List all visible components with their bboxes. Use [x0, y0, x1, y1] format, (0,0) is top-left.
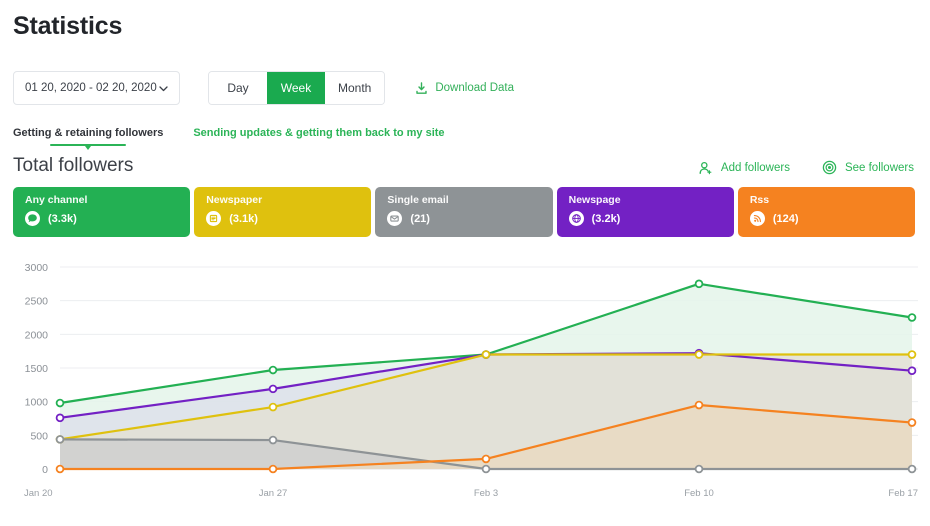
card-count: (124) [772, 212, 799, 225]
x-axis-tick-label: Jan 20 [24, 488, 53, 499]
newspaper-icon [206, 211, 222, 226]
data-point[interactable] [907, 464, 917, 474]
y-axis-tick-label: 3000 [25, 262, 49, 274]
followers-area-chart: 0 500 1000 1500 2000 2500 3000 Jan 20 Jan 27 Feb … [0, 248, 930, 526]
see-followers-button[interactable]: See followers [822, 160, 914, 175]
data-point[interactable] [907, 418, 917, 427]
card-any-channel[interactable]: Any channel (3.3k) [13, 187, 191, 237]
card-count: (3.1k) [229, 212, 258, 225]
x-axis-tick-label: Feb 3 [474, 488, 498, 499]
data-point[interactable] [694, 350, 704, 359]
y-axis-tick-label: 1000 [25, 397, 49, 409]
data-point[interactable] [694, 400, 704, 410]
date-range-value: 01 20, 2020 - 02 20, 2020 [25, 82, 157, 94]
card-bottom: (3.1k) [206, 211, 360, 226]
period-day-button[interactable]: Day [209, 72, 267, 104]
section-title: Total followers [13, 155, 134, 176]
data-point[interactable] [694, 279, 704, 289]
card-label: Newspaper [206, 194, 263, 206]
x-axis-tick-label: Feb 10 [684, 488, 714, 499]
data-point[interactable] [268, 365, 278, 375]
data-point[interactable] [55, 413, 65, 423]
chart-canvas: 0 500 1000 1500 2000 2500 3000 Jan 20 Jan 27 Feb … [24, 262, 918, 499]
card-single-email[interactable]: Single email (21) [375, 187, 553, 237]
data-point[interactable] [268, 402, 278, 412]
card-newspaper[interactable]: Newspaper (3.1k) [194, 187, 372, 237]
download-icon [415, 81, 428, 95]
data-point[interactable] [907, 350, 917, 359]
y-axis-tick-label: 2500 [25, 296, 49, 308]
x-axis-tick-label: Feb 17 [888, 488, 918, 499]
card-rss[interactable]: Rss (124) [737, 187, 916, 237]
y-axis-tick-label: 1500 [25, 363, 49, 375]
channel-cards: Any channel (3.3k) Newspaper (3.1k) Sing… [13, 187, 916, 237]
tab-label: Sending updates & getting them back to m… [193, 127, 445, 139]
y-axis-tick-label: 500 [30, 430, 48, 442]
y-axis-tick-label: 2000 [25, 329, 49, 341]
tab-bar: Getting & retaining followers Sending up… [13, 127, 445, 150]
see-followers-label: See followers [844, 161, 914, 174]
card-bottom: (3.2k) [568, 211, 723, 226]
download-data-label: Download Data [435, 82, 514, 94]
chevron-down-icon [158, 83, 169, 94]
section-actions: Add followers See followers [699, 160, 914, 175]
data-point[interactable] [268, 464, 278, 474]
period-month-button[interactable]: Month [325, 72, 385, 104]
eye-icon [822, 160, 837, 175]
card-bottom: (3.3k) [25, 211, 179, 226]
data-point[interactable] [481, 464, 491, 474]
data-point[interactable] [55, 435, 65, 444]
tab-label: Getting & retaining followers [13, 127, 164, 139]
card-count: (3.3k) [48, 212, 77, 225]
add-followers-label: Add followers [720, 161, 790, 174]
rss-icon [749, 211, 765, 226]
download-data-button[interactable]: Download Data [415, 81, 514, 95]
card-label: Newspage [568, 194, 621, 206]
card-label: Any channel [25, 194, 88, 206]
card-newspage[interactable]: Newspage (3.2k) [556, 187, 734, 237]
add-followers-button[interactable]: Add followers [699, 161, 790, 175]
card-bottom: (21) [387, 211, 541, 226]
period-week-button[interactable]: Week [267, 72, 325, 104]
globe-icon [568, 211, 584, 226]
data-point[interactable] [907, 313, 917, 322]
data-point[interactable] [55, 398, 65, 408]
x-axis-tick-label: Jan 27 [259, 488, 288, 499]
card-label: Single email [387, 194, 449, 206]
envelope-icon [387, 211, 403, 226]
card-count: (3.2k) [591, 212, 621, 225]
data-point[interactable] [907, 366, 917, 375]
card-label: Rss [749, 194, 770, 206]
tab-sending-updates[interactable]: Sending updates & getting them back to m… [193, 127, 444, 146]
y-axis-tick-label: 0 [42, 464, 48, 476]
statistics-page: Statistics 01 20, 2020 - 02 20, 2020 Day… [0, 0, 930, 526]
tab-active-caret [85, 146, 92, 150]
data-point[interactable] [481, 350, 491, 359]
date-range-select[interactable]: 01 20, 2020 - 02 20, 2020 [13, 71, 180, 105]
data-point[interactable] [694, 464, 704, 474]
toolbar: 01 20, 2020 - 02 20, 2020 Day Week Month… [13, 71, 514, 105]
data-point[interactable] [268, 384, 278, 394]
chat-bubble-icon [25, 211, 40, 226]
tab-getting-retaining-followers[interactable]: Getting & retaining followers [13, 127, 164, 150]
period-toggle-group: Day Week Month [208, 71, 386, 105]
add-user-icon [699, 161, 713, 175]
data-point[interactable] [55, 464, 65, 474]
card-bottom: (124) [749, 211, 904, 226]
card-count: (21) [410, 212, 430, 225]
data-point[interactable] [481, 454, 491, 464]
page-title: Statistics [13, 12, 123, 40]
data-point[interactable] [268, 435, 278, 445]
